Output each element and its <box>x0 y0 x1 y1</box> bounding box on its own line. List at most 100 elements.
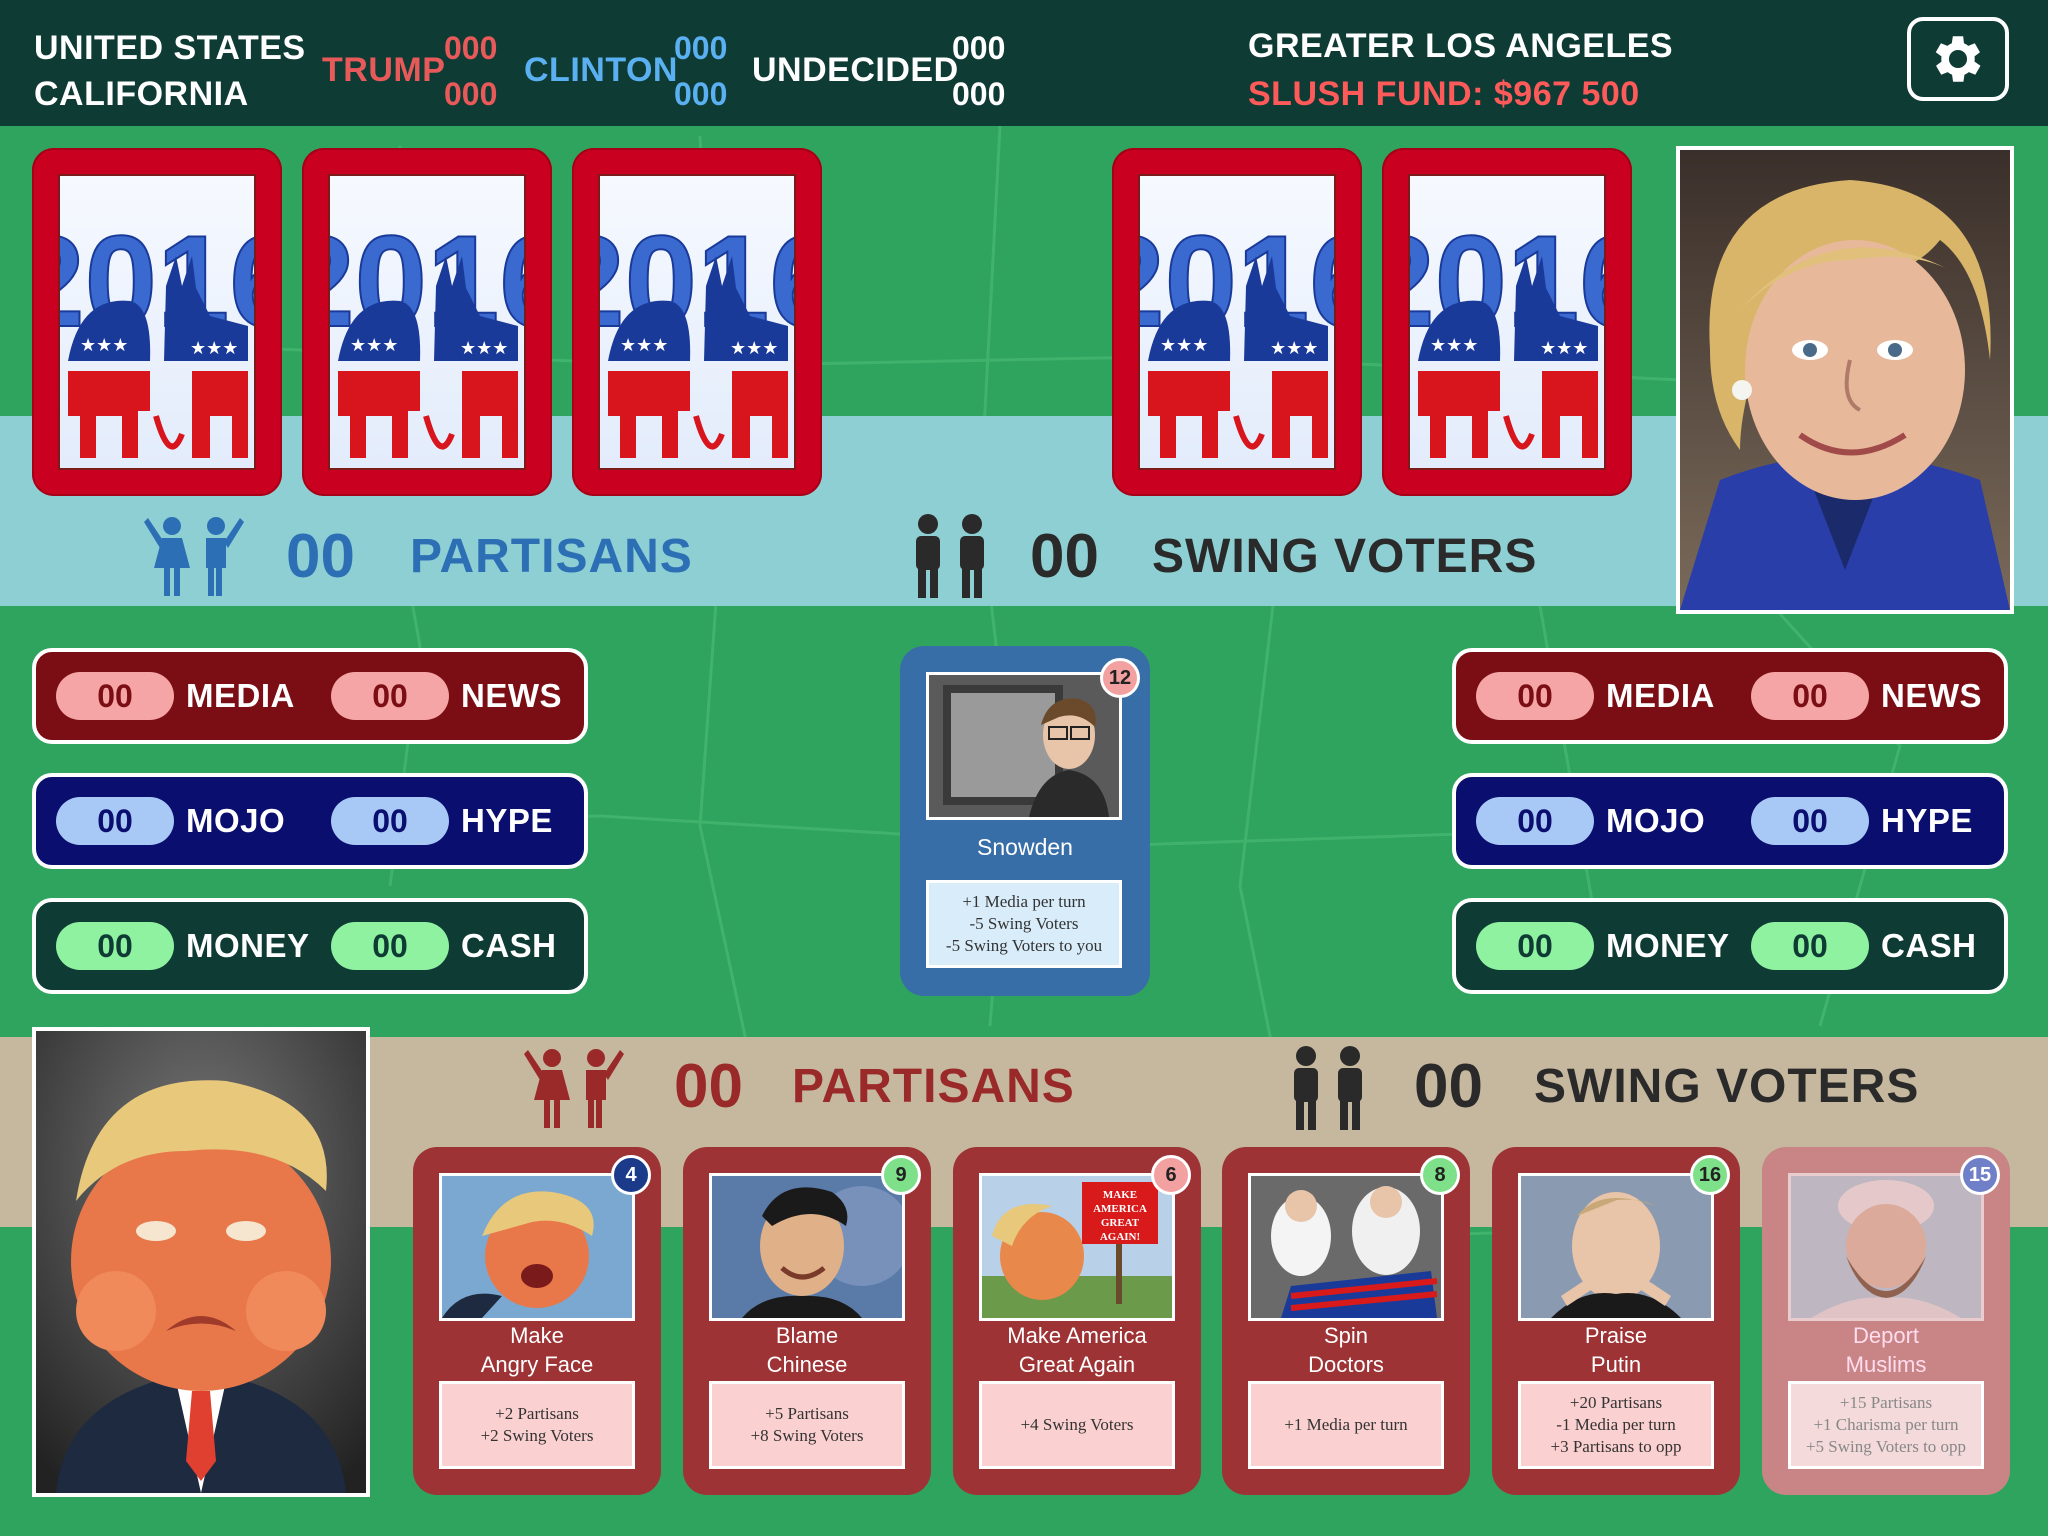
hand-card[interactable]: 4 Make Angry Face +2 Partisans +2 Swing V… <box>413 1147 661 1495</box>
hand-card[interactable]: MAKE AMERICA GREAT AGAIN! 6 Make America Gr… <box>953 1147 1201 1495</box>
card-image <box>926 672 1122 820</box>
card-image <box>1518 1173 1714 1321</box>
opponent-cash-label: CASH <box>1881 927 1977 964</box>
card-title: Deport Muslims <box>1772 1321 2000 1379</box>
card-title-line: Angry Face <box>480 1352 594 1377</box>
election-2016-logo: 2016 ★★★★★★ <box>60 207 254 458</box>
svg-text:MAKE: MAKE <box>1103 1189 1137 1201</box>
opponent-card-back: 2016 ★★★★★★ <box>572 148 822 496</box>
opponent-media-label: MEDIA <box>1606 677 1715 714</box>
election-2016-logo: 2016 ★★★★★★ <box>600 207 794 458</box>
opponent-stat-row-media-news: 00 MEDIA 00 NEWS <box>1452 648 2008 744</box>
svg-text:★★★: ★★★ <box>1430 335 1478 356</box>
svg-text:★★★: ★★★ <box>80 335 128 356</box>
card-title-line: Muslims <box>1845 1352 1927 1377</box>
player-cash-label: CASH <box>461 927 557 964</box>
card-cost-badge: 6 <box>1151 1155 1191 1195</box>
gear-icon <box>1935 36 1981 82</box>
card-title-line: Putin <box>1590 1352 1642 1377</box>
clinton-score-top: 000 <box>674 30 728 66</box>
undecided-bottom: 000 <box>952 76 1006 112</box>
opponent-mojo-value: 00 <box>1476 797 1594 845</box>
card-effect-line: +5 Partisans <box>765 1404 849 1423</box>
card-cost-badge: 16 <box>1690 1155 1730 1195</box>
card-effect-line: +15 Partisans <box>1839 1393 1933 1412</box>
opponent-card-back: 2016 ★★★★★★ <box>32 148 282 496</box>
opponent-card-back: 2016 ★★★★★★ <box>1112 148 1362 496</box>
card-title: Snowden <box>977 834 1073 860</box>
player-news-value: 00 <box>331 672 449 720</box>
card-title-line: Make <box>510 1323 564 1348</box>
election-2016-logo: 2016 ★★★★★★ <box>1140 207 1334 458</box>
opponent-partisans-label: PARTISANS <box>410 530 693 583</box>
svg-text:★★★: ★★★ <box>350 335 398 356</box>
card-title: Blame Chinese <box>693 1321 921 1379</box>
card-effect-line: +1 Media per turn <box>962 892 1086 911</box>
card-title: Spin Doctors <box>1232 1321 1460 1379</box>
player-portrait <box>32 1027 370 1497</box>
card-effect-line: +1 Charisma per turn <box>1813 1415 1959 1434</box>
card-effect-line: +8 Swing Voters <box>750 1426 864 1445</box>
card-image <box>709 1173 905 1321</box>
player-partisans-count: 00 <box>674 1052 743 1121</box>
hand-card[interactable]: 8 Spin Doctors +1 Media per turn <box>1222 1147 1470 1495</box>
player-mojo-value: 00 <box>56 797 174 845</box>
hand-card[interactable]: 15 Deport Muslims +15 Partisans +1 Charis… <box>1762 1147 2010 1495</box>
card-effects: +2 Partisans +2 Swing Voters <box>439 1381 635 1469</box>
opponent-mojo-label: MOJO <box>1606 802 1706 839</box>
opponent-stat-row-mojo-hype: 00 MOJO 00 HYPE <box>1452 773 2008 869</box>
opponent-card-back: 2016 ★★★★★★ <box>1382 148 1632 496</box>
player-swing-label: SWING VOTERS <box>1534 1060 1920 1113</box>
election-2016-logo: 2016 ★★★★★★ <box>330 207 524 458</box>
opponent-card-back: 2016 ★★★★★★ <box>302 148 552 496</box>
opponent-news-value: 00 <box>1751 672 1869 720</box>
svg-text:★★★: ★★★ <box>1160 335 1208 356</box>
card-effects: +5 Partisans +8 Swing Voters <box>709 1381 905 1469</box>
svg-text:★★★: ★★★ <box>1270 338 1318 359</box>
svg-text:AMERICA: AMERICA <box>1093 1203 1147 1215</box>
card-effects: +20 Partisans -1 Media per turn +3 Partisa… <box>1518 1381 1714 1469</box>
card-effect-line: +2 Partisans <box>495 1404 579 1423</box>
undecided-top: 000 <box>952 30 1006 66</box>
card-cost-badge: 15 <box>1960 1155 2000 1195</box>
opponent-swing-label: SWING VOTERS <box>1152 530 1538 583</box>
clinton-score-label: CLINTON <box>524 51 678 89</box>
hand-card[interactable]: 9 Blame Chinese +5 Partisans +8 Swing Vot… <box>683 1147 931 1495</box>
partisans-couple-icon <box>144 517 244 596</box>
svg-text:★★★: ★★★ <box>460 338 508 359</box>
card-effect-line: -5 Swing Voters to you <box>945 936 1103 955</box>
player-stat-row-media-news: 00 MEDIA 00 NEWS <box>32 648 588 744</box>
top-status-bar: UNITED STATES CALIFORNIA TRUMP 000 000 C… <box>0 0 2048 126</box>
trump-score-bottom: 000 <box>444 76 498 112</box>
player-news-label: NEWS <box>461 677 562 714</box>
svg-text:★★★: ★★★ <box>620 335 668 356</box>
card-title: Make America Great Again <box>963 1321 1191 1379</box>
player-swing-count: 00 <box>1414 1052 1483 1121</box>
svg-text:AGAIN!: AGAIN! <box>1100 1231 1140 1243</box>
card-title-line: Doctors <box>1308 1352 1384 1377</box>
card-effect-line: +1 Media per turn <box>1284 1415 1408 1434</box>
card-title: Make Angry Face <box>423 1321 651 1379</box>
card-title-line: Chinese <box>766 1352 848 1377</box>
opponent-money-label: MONEY <box>1606 927 1730 964</box>
swing-voters-icon <box>916 514 984 598</box>
card-title-line: Make America <box>1007 1323 1147 1348</box>
swing-voters-icon <box>1294 1046 1362 1130</box>
player-cash-value: 00 <box>331 922 449 970</box>
card-effects: +15 Partisans +1 Charisma per turn +5 Swin… <box>1788 1381 1984 1469</box>
card-image <box>1788 1173 1984 1321</box>
card-title-line: Praise <box>1584 1323 1648 1348</box>
opponent-portrait <box>1676 146 2014 614</box>
opponent-swing-count: 00 <box>1030 522 1099 591</box>
player-money-label: MONEY <box>186 927 310 964</box>
hand-card[interactable]: 16 Praise Putin +20 Partisans -1 Media pe… <box>1492 1147 1740 1495</box>
player-mojo-label: MOJO <box>186 802 286 839</box>
settings-button[interactable] <box>1907 17 2009 101</box>
svg-text:★★★: ★★★ <box>730 338 778 359</box>
card-effects: +1 Media per turn -5 Swing Voters -5 Swi… <box>926 880 1122 968</box>
played-card-snowden[interactable]: 12 Snowden +1 Media per turn -5 Swing Vo… <box>900 646 1150 996</box>
country-label: UNITED STATES <box>34 29 306 67</box>
slush-fund-label: SLUSH FUND: $967 500 <box>1248 75 1640 113</box>
card-effect-line: -5 Swing Voters <box>969 914 1079 933</box>
svg-text:★★★: ★★★ <box>1540 338 1588 359</box>
